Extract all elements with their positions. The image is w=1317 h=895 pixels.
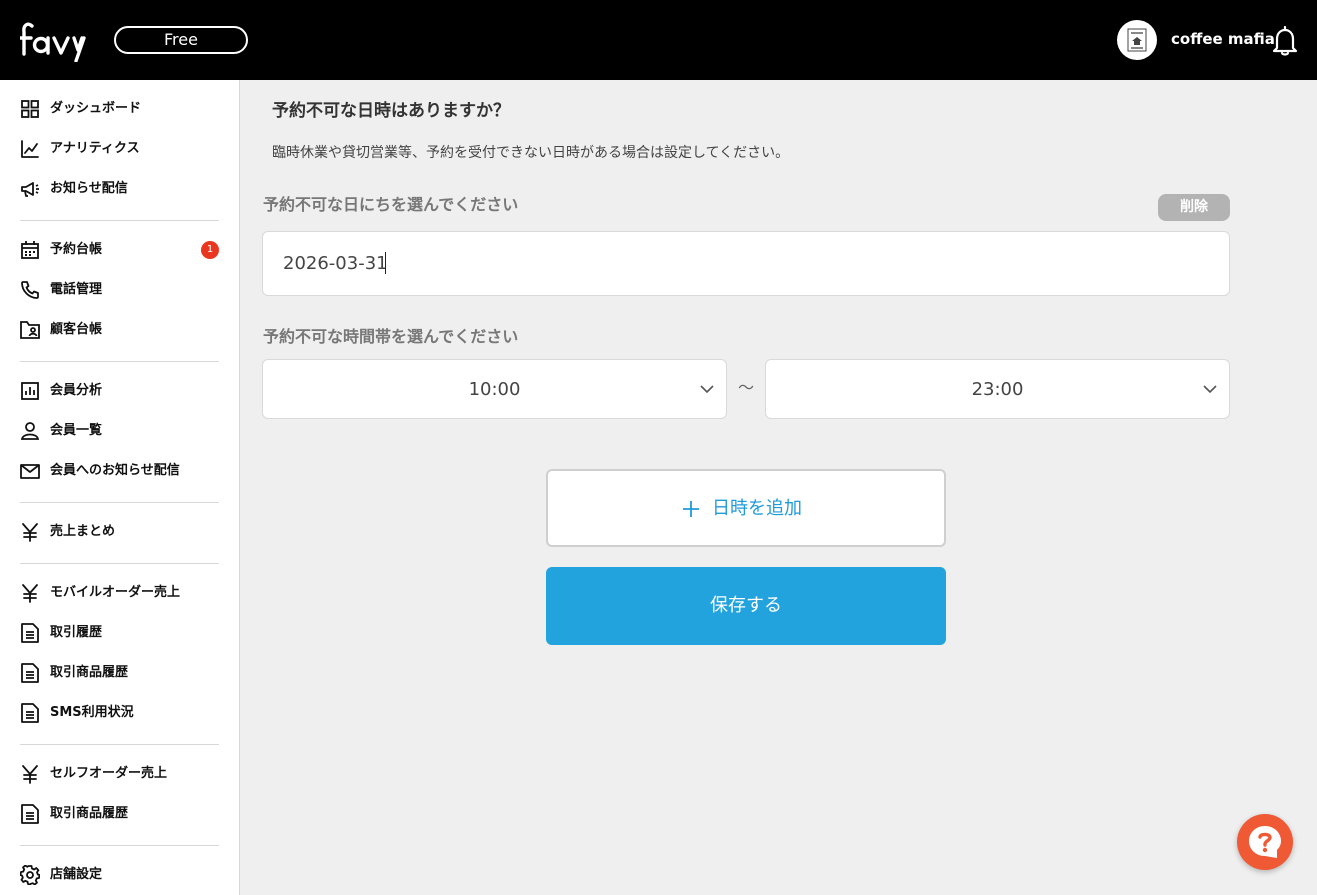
- start-time-select[interactable]: 10:00: [262, 359, 727, 419]
- sidebar-divider: [20, 220, 219, 221]
- page-description: 臨時休業や貸切営業等、予約を受付できない日時がある場合は設定してください。: [272, 145, 790, 161]
- sidebar-item-label: アナリティクス: [50, 141, 140, 156]
- unavailable-date-input[interactable]: [262, 231, 1230, 296]
- sidebar-item-self-order-sales[interactable]: セルフオーダー売上: [20, 760, 220, 788]
- sidebar: ダッシュボード アナリティクス お知らせ配信 予約台帳 1 電話管理 顧客台帳 …: [0, 80, 240, 895]
- shop-avatar[interactable]: [1117, 20, 1157, 60]
- gear-icon: [20, 865, 40, 885]
- sidebar-item-label: 顧客台帳: [50, 322, 103, 337]
- sidebar-item-label: 会員一覧: [50, 423, 103, 438]
- help-chat-icon: [1249, 826, 1281, 858]
- dashboard-icon: [21, 100, 39, 118]
- yen-icon: [22, 765, 38, 784]
- sidebar-item-label: 取引商品履歴: [50, 806, 129, 821]
- person-icon: [20, 422, 40, 440]
- sidebar-item-label: お知らせ配信: [50, 181, 128, 196]
- help-button[interactable]: [1237, 814, 1293, 870]
- sidebar-item-label: 取引商品履歴: [50, 665, 129, 680]
- sidebar-item-dashboard[interactable]: ダッシュボード: [20, 95, 220, 123]
- analytics-icon: [21, 140, 39, 158]
- sidebar-item-reservations[interactable]: 予約台帳 1: [20, 236, 220, 264]
- sidebar-item-sales-summary[interactable]: 売上まとめ: [20, 518, 220, 546]
- end-time-select[interactable]: 23:00: [765, 359, 1230, 419]
- notification-badge: 1: [201, 241, 219, 259]
- sidebar-item-label: 会員分析: [50, 383, 103, 398]
- end-time-value: 23:00: [971, 379, 1024, 400]
- sidebar-divider: [20, 744, 219, 745]
- page-question-title: 予約不可な日時はありますか？: [272, 101, 510, 121]
- phone-icon: [21, 281, 39, 299]
- sidebar-item-member-notifications[interactable]: 会員へのお知らせ配信: [20, 457, 220, 485]
- sidebar-item-analytics[interactable]: アナリティクス: [20, 135, 220, 163]
- calendar-icon: [21, 241, 39, 259]
- sidebar-divider: [20, 563, 219, 564]
- sidebar-item-member-list[interactable]: 会員一覧: [20, 417, 220, 445]
- logo-text: favy: [20, 18, 23, 19]
- chevron-down-icon: [700, 385, 714, 394]
- top-header: favy Free coffee mafia: [0, 0, 1317, 80]
- sidebar-item-transaction-products[interactable]: 取引商品履歴: [20, 659, 220, 687]
- sidebar-item-customers[interactable]: 顧客台帳: [20, 316, 220, 344]
- start-time-value: 10:00: [468, 379, 521, 400]
- yen-icon: [22, 523, 38, 542]
- sidebar-divider: [20, 502, 219, 503]
- favy-logo[interactable]: favy: [20, 18, 102, 62]
- plus-icon: [683, 501, 699, 517]
- chevron-down-icon: [1203, 385, 1217, 394]
- sidebar-item-store-settings[interactable]: 店舗設定: [20, 861, 220, 889]
- coffee-mafia-logo-icon: [1127, 28, 1147, 52]
- sidebar-item-label: 売上まとめ: [50, 524, 116, 539]
- contact-book-icon: [20, 321, 40, 339]
- sidebar-item-label: 予約台帳: [50, 242, 103, 257]
- sidebar-item-transactions[interactable]: 取引履歴: [20, 619, 220, 647]
- sidebar-item-sms-usage[interactable]: SMS利用状況: [20, 699, 220, 727]
- document-icon: [21, 663, 39, 683]
- sidebar-item-member-analysis[interactable]: 会員分析: [20, 377, 220, 405]
- document-icon: [21, 623, 39, 643]
- sidebar-item-phone[interactable]: 電話管理: [20, 276, 220, 304]
- sidebar-item-label: 電話管理: [50, 282, 103, 297]
- sidebar-divider: [20, 361, 219, 362]
- delete-button[interactable]: 削除: [1158, 194, 1230, 221]
- sidebar-item-label: ダッシュボード: [50, 101, 142, 116]
- bell-icon[interactable]: [1271, 26, 1299, 56]
- date-field-label: 予約不可な日にちを選んでください: [263, 195, 519, 214]
- shop-name[interactable]: coffee mafia: [1171, 30, 1275, 48]
- plan-badge[interactable]: Free: [114, 26, 248, 54]
- time-range-separator: 〜: [738, 378, 755, 397]
- sidebar-item-label: 取引履歴: [50, 625, 103, 640]
- time-field-label: 予約不可な時間帯を選んでください: [263, 327, 519, 346]
- sidebar-divider: [20, 845, 219, 846]
- sidebar-item-label: SMS利用状況: [50, 705, 134, 720]
- document-icon: [21, 804, 39, 824]
- sidebar-item-label: 店舗設定: [50, 867, 103, 882]
- yen-icon: [22, 584, 38, 603]
- mail-icon: [20, 464, 40, 479]
- sidebar-item-self-order-products[interactable]: 取引商品履歴: [20, 800, 220, 828]
- sidebar-item-label: 会員へのお知らせ配信: [50, 463, 180, 478]
- save-button[interactable]: 保存する: [546, 567, 946, 645]
- sidebar-item-label: セルフオーダー売上: [50, 766, 168, 781]
- sidebar-item-mobile-order-sales[interactable]: モバイルオーダー売上: [20, 579, 220, 607]
- sidebar-item-notifications[interactable]: お知らせ配信: [20, 175, 220, 203]
- sidebar-item-label: モバイルオーダー売上: [50, 585, 181, 600]
- document-icon: [21, 703, 39, 723]
- add-datetime-label: 日時を追加: [712, 498, 802, 519]
- text-caret: [385, 252, 386, 274]
- megaphone-icon: [21, 182, 39, 197]
- add-datetime-button[interactable]: 日時を追加: [546, 469, 946, 547]
- bar-chart-icon: [21, 382, 39, 400]
